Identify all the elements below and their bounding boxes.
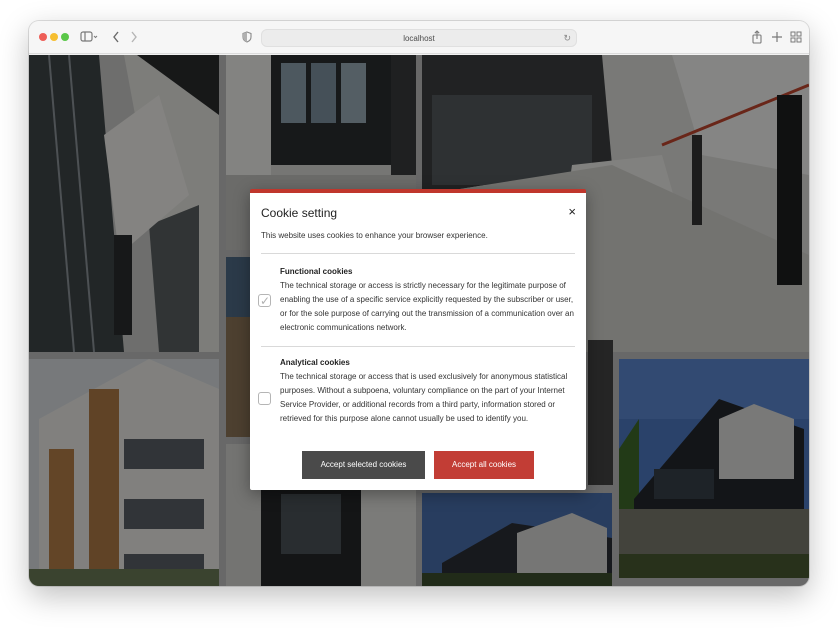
functional-cookies-description: The technical storage or access is stric… <box>280 281 574 332</box>
page-content: Cookie setting × This website uses cooki… <box>29 55 809 586</box>
checkmark-icon: ✓ <box>260 294 271 308</box>
url-text: localhost <box>403 34 435 43</box>
accept-all-cookies-button[interactable]: Accept all cookies <box>434 451 534 479</box>
divider <box>261 346 575 347</box>
minimize-window-button[interactable] <box>50 33 58 41</box>
privacy-shield-icon[interactable] <box>242 29 252 49</box>
dialog-title: Cookie setting <box>261 206 338 220</box>
address-bar[interactable]: localhost ↻ <box>261 29 577 47</box>
browser-window: localhost ↻ Cookie setting × This websit… <box>29 21 809 586</box>
analytical-cookies-title: Analytical cookies <box>280 358 350 367</box>
analytical-cookies-description: The technical storage or access that is … <box>280 372 568 423</box>
analytical-cookies-checkbox[interactable] <box>258 392 271 405</box>
browser-toolbar: localhost ↻ <box>29 21 809 54</box>
chevron-left-icon[interactable] <box>111 29 121 49</box>
reload-icon[interactable]: ↻ <box>563 30 571 47</box>
divider <box>261 253 575 254</box>
accept-selected-cookies-button[interactable]: Accept selected cookies <box>302 451 425 479</box>
close-window-button[interactable] <box>39 33 47 41</box>
plus-icon[interactable] <box>771 29 783 49</box>
close-icon[interactable]: × <box>568 205 576 218</box>
share-icon[interactable] <box>751 29 763 49</box>
functional-cookies-title: Functional cookies <box>280 267 353 276</box>
chevron-right-icon[interactable] <box>129 29 139 49</box>
tab-overview-icon[interactable] <box>790 29 802 49</box>
dialog-intro-text: This website uses cookies to enhance you… <box>261 231 488 240</box>
cookie-setting-dialog: Cookie setting × This website uses cooki… <box>250 189 586 490</box>
sidebar-icon[interactable] <box>80 29 98 49</box>
zoom-window-button[interactable] <box>61 33 69 41</box>
